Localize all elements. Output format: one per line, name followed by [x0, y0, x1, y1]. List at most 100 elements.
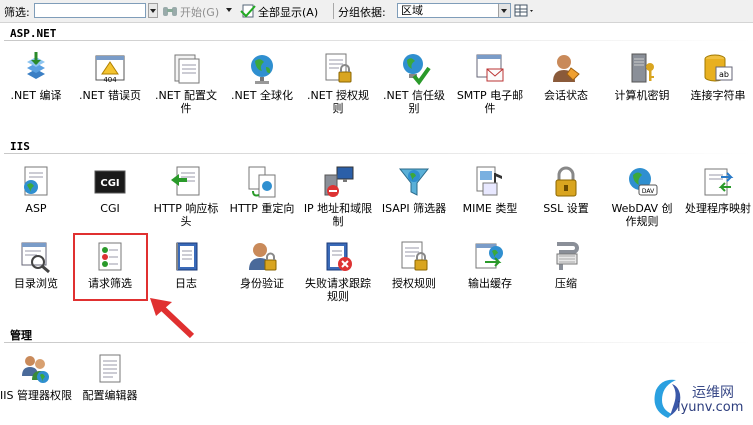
- feature-label: .NET 配置文件: [155, 89, 217, 115]
- feature-compression[interactable]: 压缩: [528, 240, 604, 290]
- webdav-authoring-icon: DAV: [625, 165, 659, 199]
- group-divider: [4, 153, 753, 154]
- feature-directory-browsing[interactable]: 目录浏览: [0, 240, 74, 290]
- ip-domain-restrictions-icon: [321, 165, 355, 199]
- feature-authorization-rules[interactable]: 授权规则: [376, 240, 452, 290]
- feature-configuration-editor[interactable]: 配置编辑器: [72, 352, 148, 402]
- feature-iis-manager-permissions[interactable]: IIS 管理器权限: [0, 352, 74, 402]
- feature-net-compile[interactable]: .NET 编译: [0, 52, 74, 102]
- net-profile-icon: [169, 52, 203, 86]
- feature-label: 处理程序映射: [685, 202, 751, 215]
- svg-text:DAV: DAV: [642, 188, 655, 195]
- feature-label: MIME 类型: [462, 202, 518, 215]
- watermark: 运维网 iyunv.com: [642, 372, 752, 422]
- feature-session-state[interactable]: 会话状态: [528, 52, 604, 102]
- feature-isapi-filters[interactable]: ISAPI 筛选器: [376, 165, 452, 215]
- feature-net-profile[interactable]: .NET 配置文件: [148, 52, 224, 115]
- svg-text:CGI: CGI: [100, 178, 119, 189]
- feature-label: .NET 全球化: [231, 89, 293, 102]
- feature-label: 计算机密钥: [614, 89, 670, 102]
- directory-browsing-icon: [19, 240, 53, 274]
- feature-label: 配置编辑器: [82, 389, 138, 402]
- feature-label: SSL 设置: [543, 202, 589, 215]
- show-all-icon: [240, 3, 256, 22]
- feature-label: IP 地址和域限制: [303, 202, 373, 228]
- ssl-settings-icon: [549, 165, 583, 199]
- view-mode-icon[interactable]: [514, 3, 536, 22]
- feature-cgi[interactable]: CGI CGI: [72, 165, 148, 215]
- filter-label: 筛选:: [4, 6, 30, 19]
- feature-webdav-authoring-rules[interactable]: DAV WebDAV 创作规则: [604, 165, 680, 228]
- group-header-aspnet: ASP.NET: [10, 27, 57, 40]
- feature-machine-key[interactable]: 计算机密钥: [604, 52, 680, 102]
- feature-label: .NET 授权规则: [307, 89, 369, 115]
- feature-label: 会话状态: [544, 89, 588, 102]
- filter-dropdown-button[interactable]: [148, 3, 158, 18]
- toolbar-separator: [333, 3, 334, 19]
- feature-logging[interactable]: 日志: [148, 240, 224, 290]
- feature-label: 目录浏览: [14, 277, 58, 290]
- asp-icon: [19, 165, 53, 199]
- feature-label: WebDAV 创作规则: [611, 202, 673, 228]
- feature-http-redirect[interactable]: HTTP 重定向: [224, 165, 300, 215]
- connection-strings-icon: ab: [701, 52, 735, 86]
- group-by-select[interactable]: 区域: [397, 3, 511, 18]
- feature-label: 身份验证: [240, 277, 284, 290]
- feature-label: HTTP 重定向: [229, 202, 295, 215]
- authorization-rules-icon: [397, 240, 431, 274]
- toolbar: 筛选: 开始(G) 全部显示(A) 分组依据: 区域: [0, 0, 753, 23]
- feature-asp[interactable]: ASP: [0, 165, 74, 215]
- feature-net-authorization-rules[interactable]: .NET 授权规则: [300, 52, 376, 115]
- binoculars-icon: [162, 3, 178, 22]
- net-trust-levels-icon: [397, 52, 431, 86]
- configuration-editor-icon: [93, 352, 127, 386]
- feature-ssl-settings[interactable]: SSL 设置: [528, 165, 604, 215]
- svg-text:404: 404: [103, 76, 117, 84]
- output-caching-icon: [473, 240, 507, 274]
- feature-ip-domain-restrictions[interactable]: IP 地址和域限制: [300, 165, 376, 228]
- feature-label: 压缩: [555, 277, 577, 290]
- feature-handler-mappings[interactable]: 处理程序映射: [680, 165, 753, 215]
- feature-http-response-headers[interactable]: HTTP 响应标头: [148, 165, 224, 228]
- cgi-icon: CGI: [93, 165, 127, 199]
- feature-label: CGI: [100, 202, 120, 215]
- feature-label: IIS 管理器权限: [0, 389, 72, 402]
- feature-label: 授权规则: [392, 277, 436, 290]
- feature-label: SMTP 电子邮件: [456, 89, 524, 115]
- feature-failed-request-tracing-rules[interactable]: 失败请求跟踪规则: [300, 240, 376, 303]
- authentication-icon: [245, 240, 279, 274]
- net-error-pages-icon: 404: [93, 52, 127, 86]
- feature-net-trust-levels[interactable]: .NET 信任级别: [376, 52, 452, 115]
- feature-net-globalization[interactable]: .NET 全球化: [224, 52, 300, 102]
- net-authorization-icon: [321, 52, 355, 86]
- smtp-email-icon: [473, 52, 507, 86]
- feature-authentication[interactable]: 身份验证: [224, 240, 300, 290]
- isapi-filters-icon: [397, 165, 431, 199]
- http-response-headers-icon: [169, 165, 203, 199]
- mime-types-icon: [473, 165, 507, 199]
- group-divider: [4, 40, 753, 41]
- feature-label: HTTP 响应标头: [153, 202, 219, 228]
- group-header-management: 管理: [10, 329, 32, 342]
- feature-label: ISAPI 筛选器: [381, 202, 447, 215]
- machine-key-icon: [625, 52, 659, 86]
- net-globalization-icon: [245, 52, 279, 86]
- feature-output-caching[interactable]: 输出缓存: [452, 240, 528, 290]
- feature-net-error-pages[interactable]: 404 .NET 错误页: [72, 52, 148, 102]
- logging-icon: [169, 240, 203, 274]
- feature-smtp-email[interactable]: SMTP 电子邮件: [452, 52, 528, 115]
- feature-label: 失败请求跟踪规则: [305, 277, 371, 303]
- feature-connection-strings[interactable]: ab 连接字符串: [680, 52, 753, 102]
- watermark-cn: 运维网: [692, 385, 734, 401]
- group-divider: [4, 342, 753, 343]
- feature-mime-types[interactable]: MIME 类型: [452, 165, 528, 215]
- filter-input[interactable]: [34, 3, 146, 18]
- show-all-button[interactable]: 全部显示(A): [258, 4, 318, 20]
- feature-label: .NET 编译: [10, 89, 62, 102]
- start-button[interactable]: 开始(G): [180, 4, 219, 20]
- highlight-box: [73, 233, 148, 301]
- feature-label: 连接字符串: [690, 89, 746, 102]
- feature-label: ASP: [25, 202, 47, 215]
- start-dropdown-arrow[interactable]: [225, 3, 235, 18]
- feature-label: 日志: [175, 277, 197, 290]
